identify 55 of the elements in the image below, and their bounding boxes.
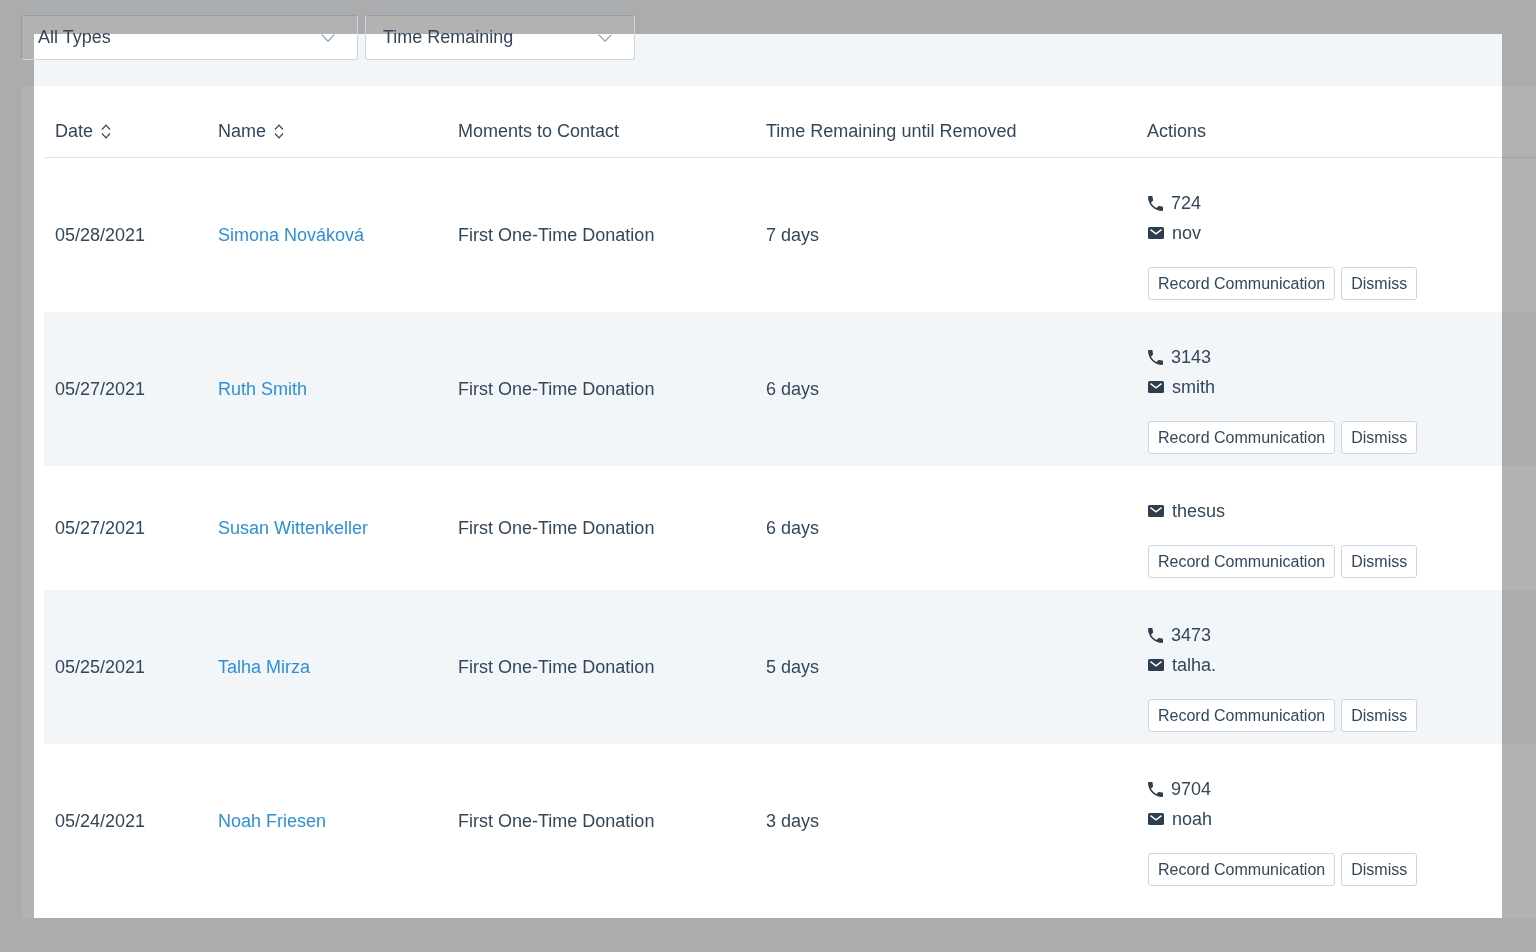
contact-name-link[interactable]: Susan Wittenkeller (218, 517, 369, 539)
action-button[interactable]: Record Communication (1148, 267, 1336, 300)
action-button[interactable]: Dismiss (1341, 699, 1418, 732)
action-button[interactable]: Record Communication (1148, 545, 1336, 578)
phone-icon (1148, 781, 1163, 797)
moment-type-text: First One-Time Donation (458, 224, 655, 246)
email-address-text: nov (1172, 222, 1202, 245)
date-text: 05/24/2021 (55, 810, 146, 832)
contact-name-link[interactable]: Noah Friesen (218, 810, 327, 832)
phone-number-text: 9704 (1171, 778, 1212, 801)
contact-name-link[interactable]: Simona Nováková (218, 224, 365, 246)
email-address-text: noah (1172, 808, 1213, 831)
action-button[interactable]: Record Communication (1148, 699, 1336, 732)
moment-type-text: First One-Time Donation (458, 810, 655, 832)
action-button[interactable]: Dismiss (1341, 545, 1418, 578)
column-header: Moments to Contact (458, 120, 620, 142)
email-address-text: thesus (1172, 500, 1226, 523)
action-button[interactable]: Record Communication (1148, 421, 1336, 454)
column-header: Actions (1147, 120, 1207, 142)
envelope-icon (1148, 505, 1164, 517)
envelope-icon (1148, 381, 1164, 393)
action-button[interactable]: Dismiss (1341, 853, 1418, 886)
time-remaining-text: 6 days (766, 378, 820, 400)
envelope-icon (1148, 659, 1164, 671)
email-address-text: smith (1172, 376, 1215, 399)
email-address-text: talha. (1172, 654, 1217, 677)
phone-icon (1148, 195, 1163, 211)
moment-type-text: First One-Time Donation (458, 378, 655, 400)
chevron-down-icon (321, 33, 335, 42)
sort-header[interactable]: Date (55, 120, 112, 142)
column-header: Time Remaining until Removed (766, 120, 1017, 142)
date-text: 05/25/2021 (55, 656, 146, 678)
envelope-icon (1148, 813, 1164, 825)
moment-type-text: First One-Time Donation (458, 517, 655, 539)
filter-dropdown[interactable]: All Types (21, 15, 358, 60)
date-text: 05/27/2021 (55, 378, 146, 400)
date-text: 05/28/2021 (55, 224, 146, 246)
action-button[interactable]: Dismiss (1341, 421, 1418, 454)
chevron-down-icon (598, 33, 612, 42)
moment-type-text: First One-Time Donation (458, 656, 655, 678)
date-text: 05/27/2021 (55, 517, 146, 539)
sort-header[interactable]: Name (218, 120, 284, 142)
time-remaining-text: 3 days (766, 810, 820, 832)
phone-number-text: 3473 (1171, 624, 1212, 647)
action-button[interactable]: Dismiss (1341, 267, 1418, 300)
action-button[interactable]: Record Communication (1148, 853, 1336, 886)
phone-icon (1148, 627, 1163, 643)
filter-dropdown[interactable]: Time Remaining (365, 15, 635, 60)
time-remaining-text: 6 days (766, 517, 820, 539)
phone-number-text: 724 (1171, 192, 1202, 215)
phone-number-text: 3143 (1171, 346, 1212, 369)
time-remaining-text: 5 days (766, 656, 820, 678)
time-remaining-text: 7 days (766, 224, 820, 246)
envelope-icon (1148, 227, 1164, 239)
phone-icon (1148, 349, 1163, 365)
